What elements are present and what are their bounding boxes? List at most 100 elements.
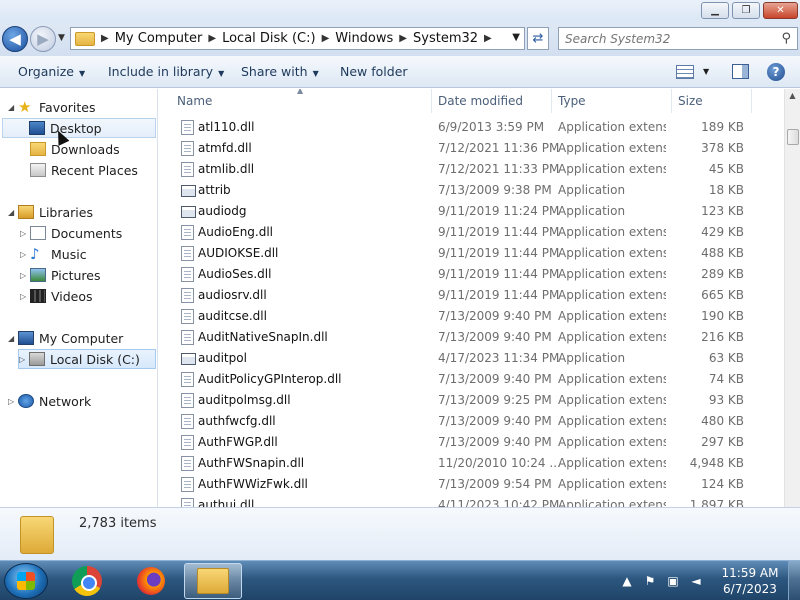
sidebar-item-documents[interactable]: ▷ Documents — [20, 223, 156, 243]
vertical-scrollbar[interactable]: ▲ — [784, 89, 800, 507]
file-name: auditpolmsg.dll — [198, 393, 291, 407]
breadcrumb-local-disk[interactable]: Local Disk (C:) — [222, 31, 315, 46]
file-size: 190 KB — [701, 309, 744, 323]
table-row[interactable]: atl110.dll 6/9/2013 3:59 PM Application ex… — [159, 117, 784, 138]
sidebar-favorites-label: Favorites — [39, 99, 96, 115]
sidebar-item-downloads[interactable]: Downloads — [30, 139, 156, 159]
volume-muted-icon[interactable]: ◄ — [689, 574, 703, 588]
taskbar-explorer[interactable] — [184, 563, 242, 599]
table-row[interactable]: authui.dll 4/11/2023 10:42 PM Application … — [159, 495, 784, 507]
refresh-button[interactable]: ⇄ — [527, 27, 549, 50]
search-box[interactable]: ⚲ — [558, 27, 798, 50]
preview-pane-icon[interactable] — [732, 64, 749, 79]
view-options-dropdown[interactable]: ▼ — [703, 67, 709, 76]
table-row[interactable]: audiosrv.dll 9/11/2019 11:44 PM Applicatio… — [159, 285, 784, 306]
table-row[interactable]: AudioEng.dll 9/11/2019 11:44 PM Applicatio… — [159, 222, 784, 243]
table-row[interactable]: auditcse.dll 7/13/2009 9:40 PM Application… — [159, 306, 784, 327]
column-divider[interactable] — [431, 89, 432, 113]
sidebar-libraries[interactable]: ◢ Libraries — [8, 202, 156, 222]
table-row[interactable]: atmfd.dll 7/12/2021 11:36 PM Application e… — [159, 138, 784, 159]
expand-icon[interactable]: ▷ — [20, 292, 30, 301]
table-row[interactable]: AuthFWWizFwk.dll 7/13/2009 9:54 PM Applica… — [159, 474, 784, 495]
network-status-icon[interactable]: ▣ — [666, 574, 680, 588]
sidebar-item-videos[interactable]: ▷ Videos — [20, 286, 156, 306]
show-hidden-icons-icon[interactable]: ▲ — [620, 574, 634, 588]
help-icon[interactable]: ? — [767, 63, 785, 81]
address-dropdown-icon[interactable]: ▼ — [512, 32, 520, 43]
collapse-icon[interactable]: ◢ — [8, 208, 18, 217]
taskbar-chrome[interactable] — [58, 563, 116, 599]
chevron-right-icon[interactable]: ▶ — [484, 33, 492, 44]
organize-menu[interactable]: Organize ▼ — [18, 64, 85, 79]
sidebar-item-recent-places[interactable]: Recent Places — [30, 160, 156, 180]
forward-button[interactable]: ▶ — [30, 26, 56, 52]
action-center-icon[interactable]: ⚑ — [643, 574, 657, 588]
back-arrow-icon: ◀ — [9, 30, 21, 48]
expand-icon[interactable]: ▷ — [8, 397, 18, 406]
sidebar-favorites[interactable]: ◢ ★ Favorites — [8, 97, 156, 117]
organize-label: Organize — [18, 64, 74, 79]
table-row[interactable]: auditpol 4/17/2023 11:34 PM Application 63 … — [159, 348, 784, 369]
clock[interactable]: 11:59 AM 6/7/2023 — [718, 565, 782, 597]
table-row[interactable]: AuditNativeSnapIn.dll 7/13/2009 9:40 PM Ap… — [159, 327, 784, 348]
search-icon[interactable]: ⚲ — [781, 31, 791, 46]
maximize-button[interactable]: ❐ — [732, 2, 760, 19]
file-date-modified: 7/13/2009 9:40 PM — [438, 435, 552, 449]
taskbar-firefox[interactable] — [122, 563, 180, 599]
change-view-icon[interactable] — [676, 65, 694, 79]
search-input[interactable] — [559, 28, 769, 49]
table-row[interactable]: auditpolmsg.dll 7/13/2009 9:25 PM Applicat… — [159, 390, 784, 411]
breadcrumb-system32[interactable]: System32 — [413, 31, 478, 46]
start-button[interactable] — [4, 563, 48, 599]
sidebar-network[interactable]: ▷ Network — [8, 391, 156, 411]
collapse-icon[interactable]: ◢ — [8, 103, 18, 112]
sidebar-item-desktop[interactable]: Desktop — [2, 118, 156, 138]
file-size: 297 KB — [701, 435, 744, 449]
expand-icon[interactable]: ▷ — [20, 250, 30, 259]
breadcrumb-my-computer[interactable]: My Computer — [115, 31, 203, 46]
back-button[interactable]: ◀ — [2, 26, 28, 52]
table-row[interactable]: attrib 7/13/2009 9:38 PM Application 18 KB — [159, 180, 784, 201]
column-header-name[interactable]: Name — [177, 94, 212, 108]
chevron-right-icon[interactable]: ▶ — [399, 33, 407, 44]
table-row[interactable]: audiodg 9/11/2019 11:24 PM Application 123 … — [159, 201, 784, 222]
address-bar[interactable]: ▶ My Computer ▶ Local Disk (C:) ▶ Window… — [70, 27, 525, 50]
table-row[interactable]: AuditPolicyGPInterop.dll 7/13/2009 9:40 P… — [159, 369, 784, 390]
table-row[interactable]: authfwcfg.dll 7/13/2009 9:40 PM Applicatio… — [159, 411, 784, 432]
expand-icon[interactable]: ▷ — [19, 355, 29, 364]
dll-file-icon — [181, 393, 194, 408]
show-desktop-button[interactable] — [788, 561, 800, 600]
sidebar-my-computer[interactable]: ◢ My Computer — [8, 328, 156, 348]
column-divider[interactable] — [551, 89, 552, 113]
scrollbar-thumb[interactable] — [787, 129, 799, 145]
collapse-icon[interactable]: ◢ — [8, 334, 18, 343]
expand-icon[interactable]: ▷ — [20, 271, 30, 280]
table-row[interactable]: AudioSes.dll 9/11/2019 11:44 PM Applicatio… — [159, 264, 784, 285]
new-folder-button[interactable]: New folder — [340, 64, 408, 79]
file-size: 189 KB — [701, 120, 744, 134]
chevron-right-icon[interactable]: ▶ — [322, 33, 330, 44]
column-divider[interactable] — [751, 89, 752, 113]
table-row[interactable]: AUDIOKSE.dll 9/11/2019 11:44 PM Applicatio… — [159, 243, 784, 264]
column-header-type[interactable]: Type — [558, 94, 586, 108]
column-header-size[interactable]: Size — [678, 94, 703, 108]
column-divider[interactable] — [671, 89, 672, 113]
expand-icon[interactable]: ▷ — [20, 229, 30, 238]
sidebar-item-local-disk[interactable]: ▷ Local Disk (C:) — [18, 349, 156, 369]
include-in-library-menu[interactable]: Include in library ▼ — [108, 64, 224, 79]
breadcrumb-windows[interactable]: Windows — [335, 31, 393, 46]
share-with-menu[interactable]: Share with ▼ — [241, 64, 319, 79]
recent-pages-dropdown[interactable]: ▼ — [58, 33, 65, 43]
column-header-date-modified[interactable]: Date modified — [438, 94, 523, 108]
chevron-right-icon[interactable]: ▶ — [101, 33, 109, 44]
chevron-right-icon[interactable]: ▶ — [208, 33, 216, 44]
close-button[interactable]: ✕ — [763, 2, 798, 19]
minimize-button[interactable]: ▁ — [701, 2, 729, 19]
chevron-down-icon: ▼ — [218, 69, 225, 78]
table-row[interactable]: atmlib.dll 7/12/2021 11:33 PM Application … — [159, 159, 784, 180]
sidebar-item-pictures[interactable]: ▷ Pictures — [20, 265, 156, 285]
table-row[interactable]: AuthFWGP.dll 7/13/2009 9:40 PM Application… — [159, 432, 784, 453]
table-row[interactable]: AuthFWSnapin.dll 11/20/2010 10:24 ... Appl… — [159, 453, 784, 474]
sidebar-item-music[interactable]: ▷ ♪ Music — [20, 244, 156, 264]
scroll-up-icon[interactable]: ▲ — [785, 91, 800, 106]
